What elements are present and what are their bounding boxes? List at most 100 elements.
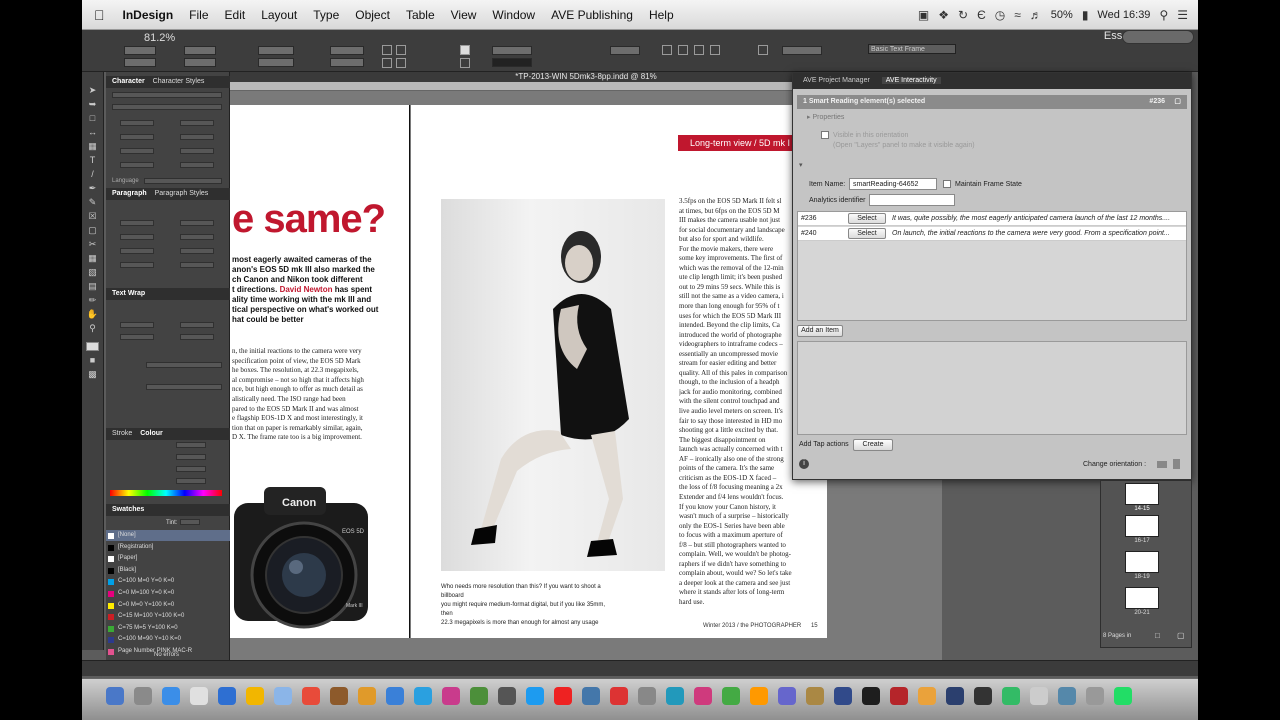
type-tool-icon[interactable]: T bbox=[86, 156, 99, 165]
normal-view-icon[interactable]: ▩ bbox=[86, 370, 99, 379]
dock-app-icon[interactable] bbox=[834, 687, 852, 705]
select-item-button[interactable]: Select bbox=[848, 213, 886, 224]
rotate-ccw-icon[interactable] bbox=[396, 45, 406, 55]
item-row[interactable]: #240 Select On launch, the initial react… bbox=[798, 227, 1186, 241]
shear-field[interactable] bbox=[330, 58, 364, 67]
font-style-select[interactable] bbox=[112, 104, 222, 110]
flip-horizontal-icon[interactable] bbox=[382, 58, 392, 68]
flip-vertical-icon[interactable] bbox=[396, 58, 406, 68]
menu-window[interactable]: Window bbox=[484, 8, 543, 22]
direct-selection-tool-icon[interactable]: ➥ bbox=[86, 100, 99, 109]
text-frame-options-icon[interactable] bbox=[662, 45, 672, 55]
swatch-row[interactable]: C=75 M=5 Y=100 K=0 bbox=[106, 623, 230, 634]
swatch-row[interactable]: C=0 M=100 Y=0 K=0 bbox=[106, 588, 230, 599]
properties-section[interactable]: ▸ Properties bbox=[807, 113, 844, 121]
line-tool-icon[interactable]: / bbox=[86, 170, 99, 179]
collapse-arrow-icon[interactable]: ▾ bbox=[799, 161, 803, 169]
page-thumb[interactable] bbox=[1125, 483, 1159, 505]
article-headline[interactable]: e same? bbox=[232, 197, 386, 242]
drop-cap-chars-field[interactable] bbox=[180, 262, 214, 268]
dock-app-icon[interactable] bbox=[526, 687, 544, 705]
menu-layout[interactable]: Layout bbox=[253, 8, 305, 22]
m-value-field[interactable] bbox=[176, 454, 206, 460]
hand-tool-icon[interactable]: ✋ bbox=[86, 310, 99, 319]
space-after-field[interactable] bbox=[180, 248, 214, 254]
dropbox-icon[interactable]: ❖ bbox=[938, 8, 949, 22]
tab-text-wrap[interactable]: Text Wrap bbox=[112, 290, 145, 297]
page-thumb[interactable] bbox=[1125, 587, 1159, 609]
content-collector-icon[interactable]: ▦ bbox=[86, 142, 99, 151]
photo-caption[interactable]: Who needs more resolution than this? If … bbox=[441, 583, 609, 628]
swatch-row[interactable]: C=0 M=0 Y=100 K=0 bbox=[106, 600, 230, 611]
k-value-field[interactable] bbox=[176, 478, 206, 484]
dock-app-icon[interactable] bbox=[302, 687, 320, 705]
dock-app-icon[interactable] bbox=[1002, 687, 1020, 705]
maintain-frame-state-checkbox[interactable] bbox=[943, 180, 951, 188]
dock-app-icon[interactable] bbox=[330, 687, 348, 705]
left-body-text-frame[interactable]: n, the initial reactions to the camera w… bbox=[232, 347, 378, 443]
menu-file[interactable]: File bbox=[181, 8, 216, 22]
drop-cap-lines-field[interactable] bbox=[120, 262, 154, 268]
trash-icon[interactable]: ▢ bbox=[1174, 95, 1181, 109]
dock-app-icon[interactable] bbox=[274, 687, 292, 705]
swatch-row[interactable]: [None] bbox=[106, 530, 230, 541]
right-indent-field[interactable] bbox=[180, 220, 214, 226]
eyedropper-tool-icon[interactable]: ✏ bbox=[86, 296, 99, 305]
orientation-landscape-icon[interactable] bbox=[1157, 461, 1167, 468]
menu-help[interactable]: Help bbox=[641, 8, 682, 22]
menu-table[interactable]: Table bbox=[398, 8, 443, 22]
app-menu[interactable]: InDesign bbox=[115, 8, 182, 22]
y-value-field[interactable] bbox=[176, 466, 206, 472]
dock-app-icon[interactable] bbox=[946, 687, 964, 705]
dock-app-icon[interactable] bbox=[1058, 687, 1076, 705]
dock-app-icon[interactable] bbox=[1114, 687, 1132, 705]
fill-swatch-icon[interactable] bbox=[86, 342, 99, 351]
dock-app-icon[interactable] bbox=[974, 687, 992, 705]
dock-app-icon[interactable] bbox=[414, 687, 432, 705]
menu-view[interactable]: View bbox=[443, 8, 485, 22]
volume-icon[interactable]: ♬ bbox=[1030, 8, 1042, 22]
y-field[interactable] bbox=[124, 58, 156, 67]
dock-app-icon[interactable] bbox=[1030, 687, 1048, 705]
swatch-row[interactable]: C=15 M=100 Y=100 K=0 bbox=[106, 611, 230, 622]
dock-app-icon[interactable] bbox=[106, 687, 124, 705]
item-row[interactable]: #236 Select It was, quite possibly, the … bbox=[798, 212, 1186, 226]
gradient-tool-icon[interactable]: ▧ bbox=[86, 268, 99, 277]
dock-app-icon[interactable] bbox=[386, 687, 404, 705]
time-machine-icon[interactable]: ◷ bbox=[995, 8, 1005, 22]
dock-app-icon[interactable] bbox=[722, 687, 740, 705]
left-indent-field[interactable] bbox=[120, 220, 154, 226]
zoom-tool-icon[interactable]: ⚲ bbox=[86, 324, 99, 333]
leading-field[interactable] bbox=[180, 120, 214, 126]
dock-app-icon[interactable] bbox=[806, 687, 824, 705]
swatch-row[interactable]: [Paper] bbox=[106, 553, 230, 564]
menu-object[interactable]: Object bbox=[347, 8, 398, 22]
kerning-field[interactable] bbox=[120, 134, 154, 140]
tab-swatches[interactable]: Swatches bbox=[112, 506, 144, 513]
dock-app-icon[interactable] bbox=[134, 687, 152, 705]
swatch-row[interactable]: [Registration] bbox=[106, 542, 230, 553]
rotate-cw-icon[interactable] bbox=[382, 45, 392, 55]
tint-field[interactable] bbox=[180, 519, 200, 525]
scissors-tool-icon[interactable]: ✂ bbox=[86, 240, 99, 249]
opacity-field[interactable] bbox=[782, 46, 822, 55]
align-top-icon[interactable] bbox=[678, 45, 688, 55]
tab-character-styles[interactable]: Character Styles bbox=[153, 78, 205, 85]
pencil-tool-icon[interactable]: ✎ bbox=[86, 198, 99, 207]
free-transform-tool-icon[interactable]: ▦ bbox=[86, 254, 99, 263]
last-line-indent-field[interactable] bbox=[180, 234, 214, 240]
left-page[interactable]: e same? most eagerly awaited cameras of … bbox=[230, 105, 410, 638]
dock-app-icon[interactable] bbox=[358, 687, 376, 705]
article-intro[interactable]: most eagerly awaited cameras of the anon… bbox=[232, 255, 380, 325]
font-family-select[interactable] bbox=[112, 92, 222, 98]
skew-field[interactable] bbox=[180, 162, 214, 168]
fx-icon[interactable] bbox=[758, 45, 768, 55]
stroke-weight-field[interactable] bbox=[492, 46, 532, 55]
dock-app-icon[interactable] bbox=[162, 687, 180, 705]
wrap-left-offset-field[interactable] bbox=[180, 322, 214, 328]
analytics-input[interactable] bbox=[869, 194, 955, 206]
orientation-portrait-icon[interactable] bbox=[1173, 459, 1180, 469]
dock-app-icon[interactable] bbox=[778, 687, 796, 705]
dock-app-icon[interactable] bbox=[554, 687, 572, 705]
stroke-icon[interactable] bbox=[460, 58, 470, 68]
